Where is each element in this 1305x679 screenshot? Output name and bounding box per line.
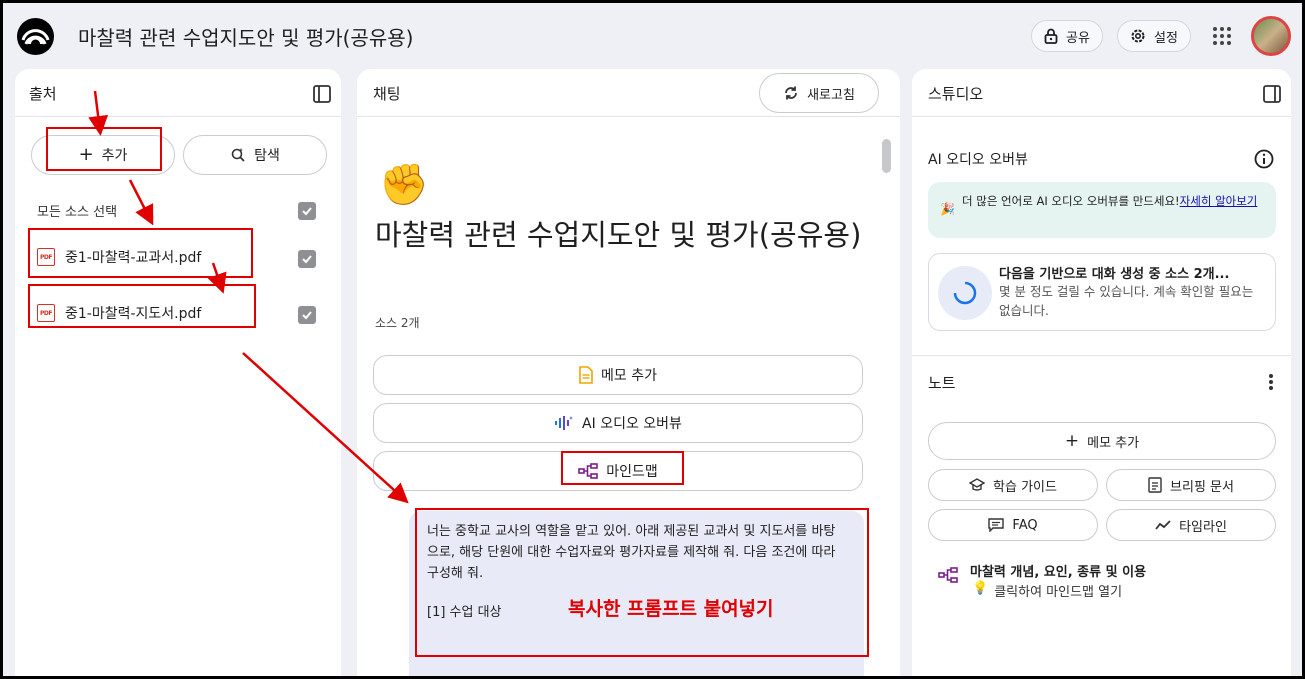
annotation-arrows [88, 90, 409, 504]
app-window: 마찰력 관련 수업지도안 및 평가(공유용) 공유 설정 출처 + 추가 탐색 … [3, 3, 1302, 676]
